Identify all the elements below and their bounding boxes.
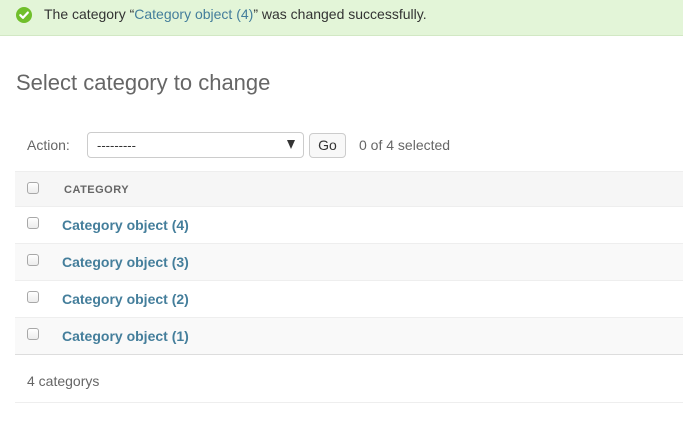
table-header: Category <box>15 171 683 207</box>
selection-counter: 0 of 4 selected <box>359 137 451 153</box>
action-select[interactable]: --------- <box>87 132 304 158</box>
select-all-checkbox[interactable] <box>27 182 39 194</box>
paginator: 4 categorys <box>15 357 683 403</box>
message-object-link[interactable]: Category object (4) <box>134 6 253 22</box>
result-list-table: Category Category object (4) Category ob… <box>15 171 683 355</box>
message-prefix: The category “ <box>44 6 135 22</box>
column-header-category[interactable]: Category <box>64 183 129 197</box>
row-link[interactable]: Category object (2) <box>62 290 189 308</box>
dropdown-arrow-icon <box>287 140 295 149</box>
row-checkbox[interactable] <box>27 291 39 303</box>
action-select-value: --------- <box>97 138 136 153</box>
action-label: Action: <box>27 137 70 153</box>
go-button[interactable]: Go <box>309 133 346 158</box>
success-message-bar: The category “Category object (4)” was c… <box>0 0 683 36</box>
row-checkbox[interactable] <box>27 328 39 340</box>
message-suffix: ” was changed successfully. <box>253 6 427 22</box>
table-row: Category object (3) <box>15 244 683 281</box>
table-row: Category object (2) <box>15 281 683 318</box>
row-checkbox[interactable] <box>27 254 39 266</box>
row-checkbox[interactable] <box>27 217 39 229</box>
success-message-text: The category “Category object (4)” was c… <box>44 5 427 23</box>
row-link[interactable]: Category object (1) <box>62 327 189 345</box>
result-count: 4 categorys <box>27 373 100 389</box>
page-title: Select category to change <box>16 70 271 95</box>
check-circle-icon <box>16 7 32 23</box>
table-row: Category object (4) <box>15 207 683 244</box>
row-link[interactable]: Category object (3) <box>62 253 189 271</box>
row-link[interactable]: Category object (4) <box>62 216 189 234</box>
table-row: Category object (1) <box>15 318 683 355</box>
